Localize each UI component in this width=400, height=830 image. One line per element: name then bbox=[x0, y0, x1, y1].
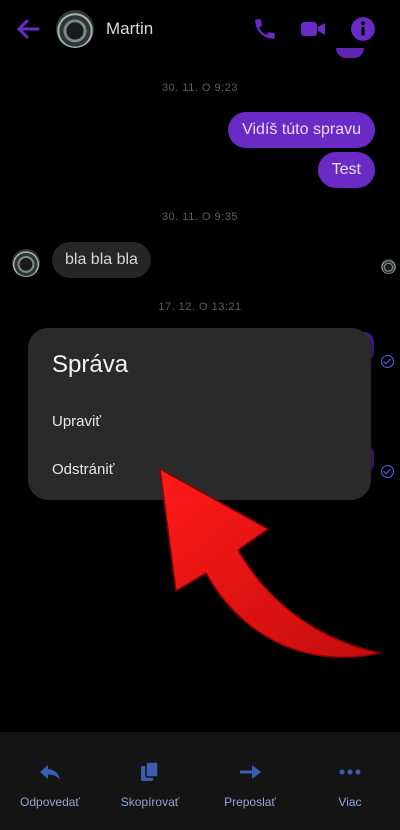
seen-avatar bbox=[381, 259, 396, 274]
timestamp: 30. 11. O 9:23 bbox=[162, 82, 238, 94]
red-arrow-annotation bbox=[159, 468, 381, 658]
info-icon[interactable] bbox=[350, 16, 376, 42]
outgoing-message[interactable]: Test bbox=[317, 152, 375, 188]
back-arrow-icon[interactable] bbox=[14, 16, 42, 42]
phone-icon[interactable] bbox=[252, 16, 278, 42]
forward-icon bbox=[240, 765, 261, 779]
copy-icon bbox=[141, 761, 159, 781]
video-icon[interactable] bbox=[300, 16, 326, 42]
contact-avatar[interactable] bbox=[56, 10, 94, 48]
more-button[interactable]: Viac bbox=[300, 732, 400, 830]
copy-label: Skopírovať bbox=[120, 795, 180, 809]
forward-label: Preposlať bbox=[224, 795, 276, 809]
sent-check-icon bbox=[381, 355, 394, 368]
reply-label: Odpovedať bbox=[20, 795, 80, 809]
delete-option[interactable]: Odstrániť bbox=[52, 461, 114, 478]
contact-name[interactable]: Martin bbox=[106, 19, 153, 39]
sender-avatar bbox=[12, 249, 40, 277]
timestamp: 17. 12. O 13:21 bbox=[158, 301, 242, 313]
reply-button[interactable]: Odpovedať bbox=[0, 732, 100, 830]
dialog-title: Správa bbox=[52, 351, 129, 378]
copy-button[interactable]: Skopírovať bbox=[100, 732, 200, 830]
reply-icon bbox=[40, 765, 60, 780]
edit-option[interactable]: Upraviť bbox=[52, 413, 101, 430]
incoming-message[interactable]: bla bla bla bbox=[52, 242, 151, 278]
timestamp: 30. 11. O 9:35 bbox=[162, 211, 238, 223]
more-label: Viac bbox=[338, 795, 362, 809]
more-icon bbox=[339, 769, 361, 775]
outgoing-message[interactable]: Vidíš túto spravu bbox=[228, 112, 375, 148]
forward-button[interactable]: Preposlať bbox=[200, 732, 300, 830]
message-action-bar: Odpovedať Skopírovať Preposlať Viac bbox=[0, 732, 400, 830]
